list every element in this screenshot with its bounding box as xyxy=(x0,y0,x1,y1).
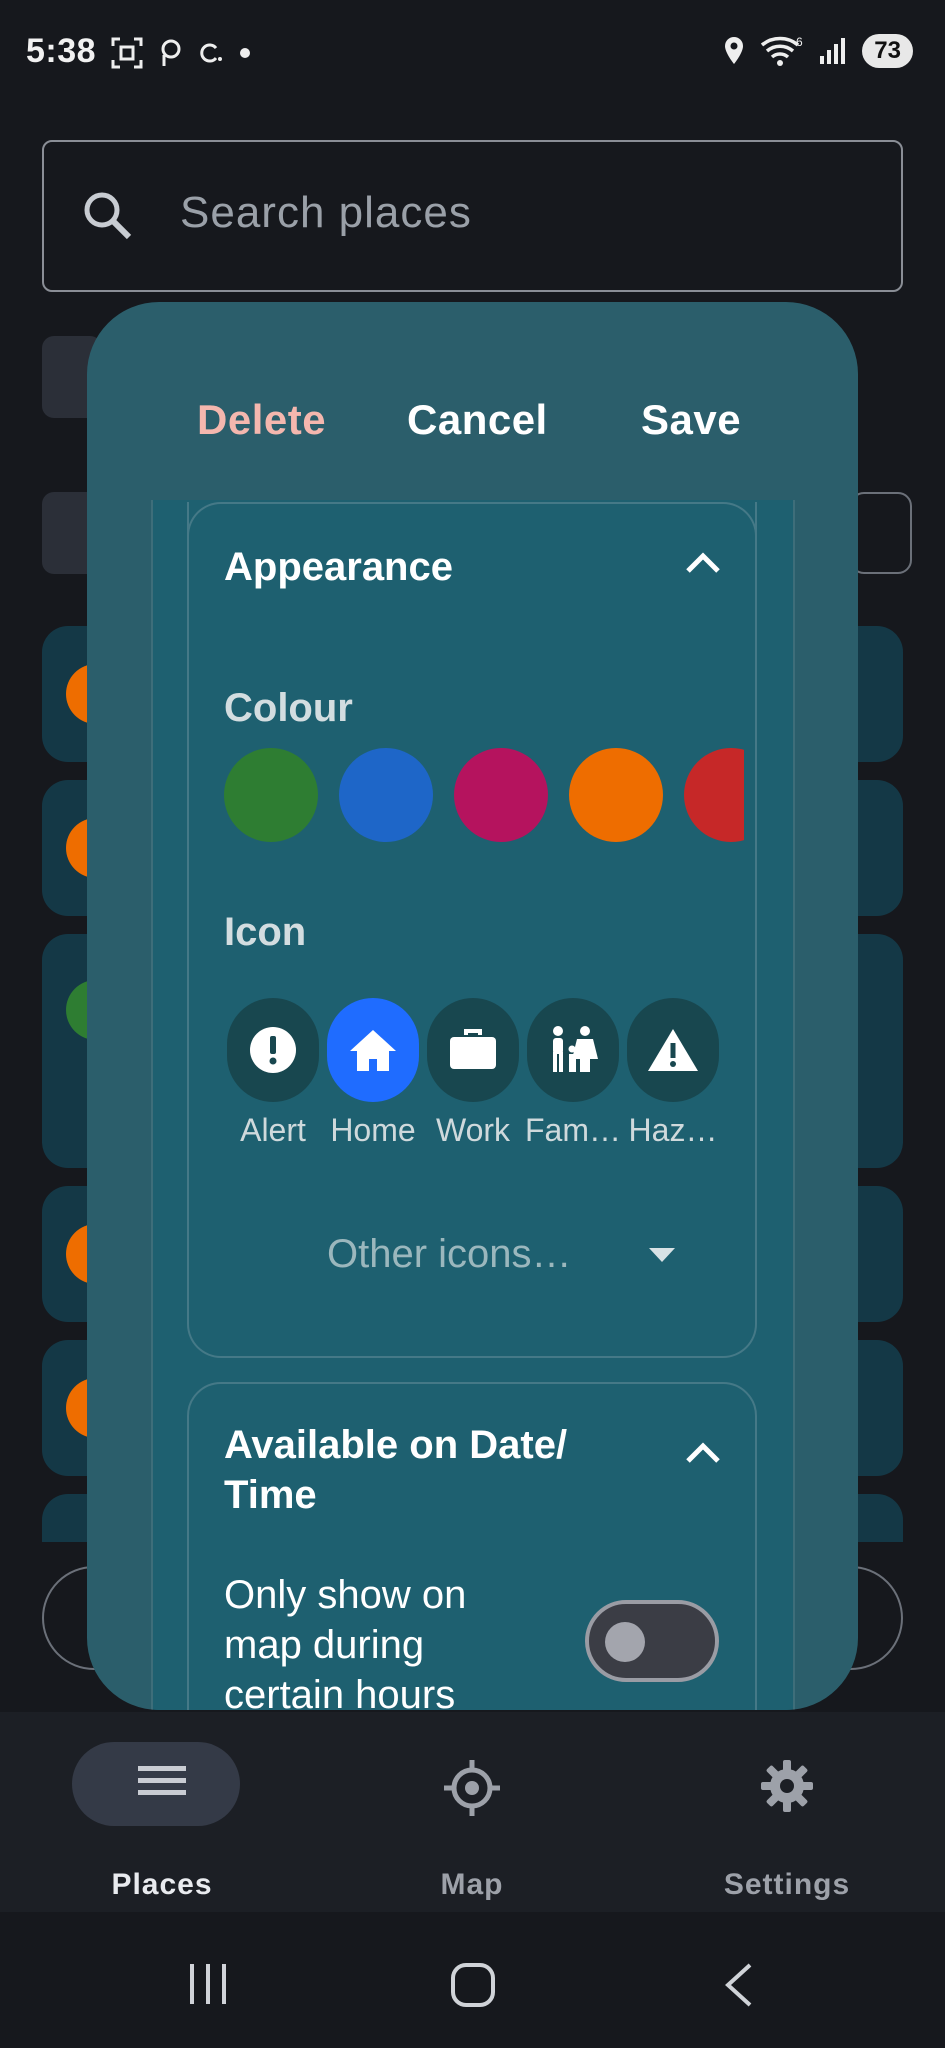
colour-label: Colour xyxy=(224,686,353,730)
icon-option-label: Haz… xyxy=(628,1112,718,1148)
colour-picker xyxy=(224,742,744,852)
dot-icon xyxy=(240,48,250,58)
signal-icon xyxy=(820,38,846,64)
nav-label-places: Places xyxy=(111,1868,213,1901)
notification-icons xyxy=(110,36,252,70)
dialog-actions: Delete Cancel Save xyxy=(87,302,858,502)
icon-option-alert[interactable] xyxy=(227,998,319,1102)
collapse-availability-icon[interactable] xyxy=(683,1438,723,1468)
nav-item-map[interactable]: Map xyxy=(352,1712,592,1912)
icon-option-label: Work xyxy=(435,1112,511,1148)
target-icon xyxy=(444,1760,500,1816)
currency-icon xyxy=(200,43,222,63)
time-restriction-toggle[interactable] xyxy=(585,1600,719,1682)
other-icons-dropdown[interactable]: Other icons… xyxy=(327,1232,572,1277)
search-icon xyxy=(84,192,132,240)
icon-option-label: Fam… xyxy=(525,1112,621,1148)
home-icon xyxy=(350,1030,396,1071)
caret-down-icon[interactable] xyxy=(647,1246,677,1264)
save-button[interactable]: Save xyxy=(641,396,741,444)
nav-item-places[interactable]: Places xyxy=(42,1712,282,1912)
icon-option-work[interactable] xyxy=(427,998,519,1102)
icon-option-home[interactable] xyxy=(327,998,419,1102)
podcast-icon xyxy=(161,39,181,66)
screenshot-icon xyxy=(111,37,143,69)
search-placeholder: Search places xyxy=(180,188,472,237)
status-time: 5:38 xyxy=(26,32,97,70)
alert-icon xyxy=(250,1027,296,1073)
nav-item-settings[interactable]: Settings xyxy=(667,1712,907,1912)
appearance-title: Appearance xyxy=(224,545,453,589)
collapse-appearance-icon[interactable] xyxy=(683,548,723,578)
cancel-button[interactable]: Cancel xyxy=(407,396,548,444)
nav-label-map: Map xyxy=(440,1868,504,1901)
system-icons: 6 73 xyxy=(722,34,913,68)
search-bar[interactable]: Search places xyxy=(42,140,903,292)
battery-indicator: 73 xyxy=(862,34,913,68)
bottom-navigation: Places Map Settings xyxy=(0,1712,945,1912)
icon-option-label: Alert xyxy=(240,1112,306,1148)
edit-place-dialog: Delete Cancel Save Appearance Colour Ico… xyxy=(87,302,858,1710)
colour-swatch-magenta[interactable] xyxy=(454,748,548,842)
back-icon[interactable] xyxy=(722,1962,756,2008)
toggle-knob xyxy=(605,1622,645,1662)
icon-option-family[interactable] xyxy=(527,998,619,1102)
delete-button[interactable]: Delete xyxy=(197,396,326,444)
wifi-icon: 6 xyxy=(761,35,803,66)
family-icon xyxy=(553,1026,598,1072)
nav-label-settings: Settings xyxy=(723,1868,851,1901)
background-control[interactable] xyxy=(850,492,912,574)
icon-label: Icon xyxy=(224,910,307,954)
svg-text:6: 6 xyxy=(796,35,803,49)
icon-option-hazard[interactable] xyxy=(627,998,719,1102)
list-icon xyxy=(138,1766,186,1795)
time-restriction-label: Only show on map during certain hours xyxy=(224,1573,467,1710)
gear-icon xyxy=(761,1760,813,1812)
colour-swatch-orange[interactable] xyxy=(569,748,663,842)
work-icon xyxy=(450,1029,496,1069)
location-icon xyxy=(725,37,744,64)
icon-option-label: Home xyxy=(330,1112,416,1148)
colour-swatch-green[interactable] xyxy=(224,748,318,842)
recent-apps-icon[interactable] xyxy=(186,1962,232,2006)
colour-swatch-blue[interactable] xyxy=(339,748,433,842)
home-button-icon[interactable] xyxy=(450,1962,496,2008)
hazard-icon xyxy=(648,1029,698,1071)
system-navigation-bar xyxy=(0,1912,945,2048)
availability-title: Available on Date/ Time xyxy=(224,1423,568,1517)
status-bar: 5:38 6 73 xyxy=(0,0,945,110)
colour-swatch-red[interactable] xyxy=(684,748,744,842)
